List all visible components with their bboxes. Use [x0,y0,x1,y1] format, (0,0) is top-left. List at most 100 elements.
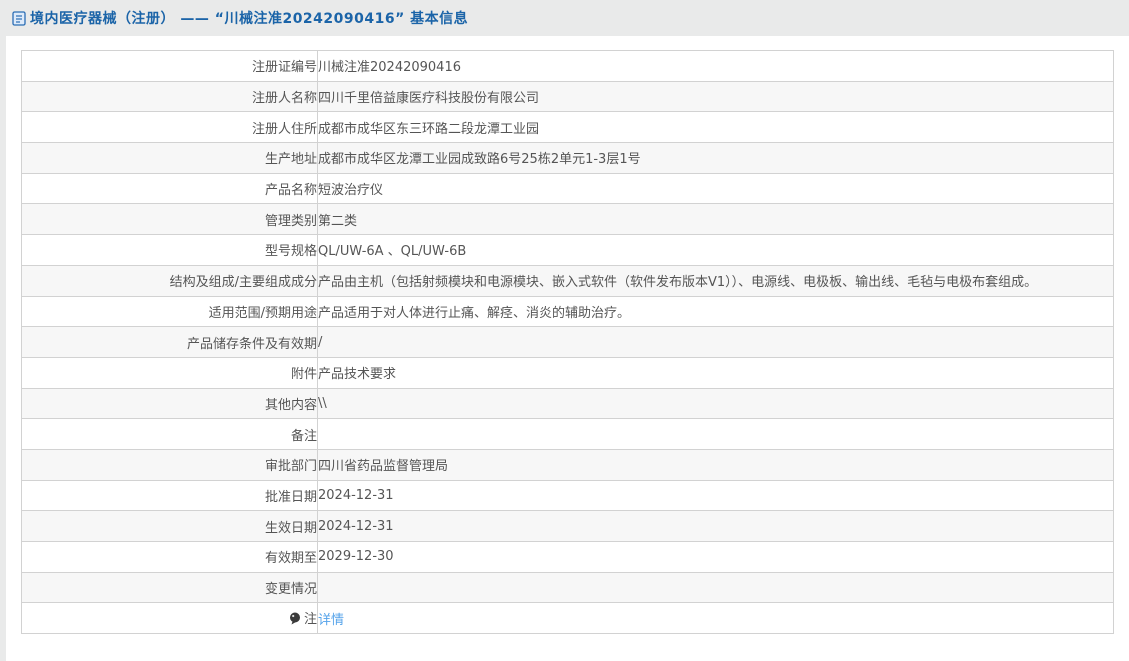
row-value-cell: 第二类 [317,203,1114,236]
row-label: 注册证编号 [251,60,317,76]
row-label-cell: 生效日期 [21,510,318,542]
row-value-cell: / [317,326,1114,358]
table-row: 生产地址 成都市成华区龙潭工业园成致路6号25栋2单元1-3层1号 [21,142,1114,174]
row-value-cell: 短波治疗仪 [317,172,1114,205]
table-row: 产品储存条件及有效期 / [21,326,1114,358]
table-row: 注册证编号 川械注准20242090416 [21,50,1114,82]
table-row: 管理类别 第二类 [21,203,1114,236]
info-table-body: 注册证编号 川械注准20242090416 注册人名称 四川千里倍益康医疗科技股… [21,50,1114,635]
table-row: 产品名称 短波治疗仪 [21,172,1114,205]
row-value: 产品技术要求 [318,367,397,383]
row-label-cell: 结构及组成/主要组成成分 [21,264,318,297]
table-row: 适用范围/预期用途 产品适用于对人体进行止痛、解痉、消炎的辅助治疗。 [21,295,1114,328]
row-value: 2024-12-31 [318,487,394,503]
row-label-cell: 附件 [21,356,318,389]
table-row: 备注 [21,418,1114,450]
table-row: 型号规格 QL/UW-6A 、QL/UW-6B [21,234,1114,266]
table-row: 注册人名称 四川千里倍益康医疗科技股份有限公司 [21,80,1114,113]
row-label: 附件 [290,367,317,383]
row-value: 2029-12-30 [318,549,394,565]
row-value-cell: 四川千里倍益康医疗科技股份有限公司 [317,80,1114,113]
row-label-cell: 产品储存条件及有效期 [21,326,318,358]
page-header: 境内医疗器械（注册） —— “川械注准20242090416” 基本信息 [0,0,1129,36]
document-icon [12,10,26,26]
table-row: 变更情况 [21,571,1114,604]
row-value: 川械注准20242090416 [318,60,461,76]
row-value-cell: 2029-12-30 [317,541,1114,573]
row-label-cell: 注 [21,602,318,635]
table-row: 有效期至 2029-12-30 [21,541,1114,573]
row-value: / [318,334,323,350]
table-row: 结构及组成/主要组成成分 产品由主机（包括射频模块和电源模块、嵌入式软件（软件发… [21,264,1114,297]
row-value-cell: 产品由主机（包括射频模块和电源模块、嵌入式软件（软件发布版本V1））、电源线、电… [317,264,1114,297]
table-row: 注册人住所 成都市成华区东三环路二段龙潭工业园 [21,111,1114,144]
row-label-cell: 管理类别 [21,203,318,236]
row-value: 短波治疗仪 [318,183,384,199]
row-label-cell: 其他内容 [21,387,318,420]
row-value: 成都市成华区龙潭工业园成致路6号25栋2单元1-3层1号 [318,152,641,168]
left-gutter [0,36,6,661]
row-label: 批准日期 [264,489,317,505]
registration-info-table: 注册证编号 川械注准20242090416 注册人名称 四川千里倍益康医疗科技股… [21,50,1114,635]
page-title: 境内医疗器械（注册） —— “川械注准20242090416” 基本信息 [30,11,469,27]
row-value-cell: 成都市成华区龙潭工业园成致路6号25栋2单元1-3层1号 [317,142,1114,174]
row-label: 产品储存条件及有效期 [186,336,317,352]
note-balloon-icon [289,612,301,629]
row-label: 产品名称 [264,183,317,199]
table-row: 审批部门 四川省药品监督管理局 [21,448,1114,481]
table-row: 批准日期 2024-12-31 [21,479,1114,512]
row-value-cell: 详情 [317,602,1114,635]
row-label-cell: 注册人名称 [21,80,318,113]
table-row: 其他内容 \\ [21,387,1114,420]
row-value-cell: 2024-12-31 [317,479,1114,512]
table-row: 附件 产品技术要求 [21,356,1114,389]
row-value-cell: 川械注准20242090416 [317,50,1114,82]
row-label: 适用范围/预期用途 [208,305,317,321]
row-value: 2024-12-31 [318,518,394,534]
row-label-cell: 有效期至 [21,541,318,573]
row-label-cell: 产品名称 [21,172,318,205]
row-value: \\ [318,395,327,411]
row-label-cell: 生产地址 [21,142,318,174]
row-label: 管理类别 [264,213,317,229]
row-value: 产品适用于对人体进行止痛、解痉、消炎的辅助治疗。 [318,305,631,321]
row-label-cell: 适用范围/预期用途 [21,295,318,328]
row-label: 备注 [290,428,317,444]
row-label: 注 [303,611,317,627]
row-label-cell: 批准日期 [21,479,318,512]
row-value-cell [317,418,1114,450]
row-label: 注册人名称 [251,91,317,107]
row-value: 产品由主机（包括射频模块和电源模块、嵌入式软件（软件发布版本V1））、电源线、电… [318,275,1038,291]
row-label-cell: 注册人住所 [21,111,318,144]
row-value-cell: 成都市成华区东三环路二段龙潭工业园 [317,111,1114,144]
row-label: 审批部门 [264,459,317,475]
row-label-cell: 备注 [21,418,318,450]
row-label: 生产地址 [264,152,317,168]
row-label-cell: 审批部门 [21,448,318,481]
row-label-cell: 型号规格 [21,234,318,266]
table-row: 注 详情 [21,602,1114,635]
table-row: 生效日期 2024-12-31 [21,510,1114,542]
row-value: 四川省药品监督管理局 [318,459,449,475]
row-value: 第二类 [318,213,358,229]
row-label: 注册人住所 [251,121,317,137]
row-value-cell: 产品技术要求 [317,356,1114,389]
row-label-cell: 变更情况 [21,571,318,604]
row-value: QL/UW-6A 、QL/UW-6B [318,244,467,260]
row-label: 有效期至 [264,551,317,567]
row-value: 成都市成华区东三环路二段龙潭工业园 [318,121,540,137]
detail-link[interactable]: 详情 [319,613,345,628]
row-value-cell: \\ [317,387,1114,420]
row-value-cell: 2024-12-31 [317,510,1114,542]
row-label: 型号规格 [264,244,317,260]
row-value-cell: QL/UW-6A 、QL/UW-6B [317,234,1114,266]
row-label: 变更情况 [264,582,317,598]
row-label: 结构及组成/主要组成成分 [169,275,317,291]
row-label-cell: 注册证编号 [21,50,318,82]
row-value-cell: 四川省药品监督管理局 [317,448,1114,481]
row-value-cell: 产品适用于对人体进行止痛、解痉、消炎的辅助治疗。 [317,295,1114,328]
row-label: 其他内容 [264,397,317,413]
row-value: 四川千里倍益康医疗科技股份有限公司 [318,91,540,107]
row-value-cell [317,571,1114,604]
row-label: 生效日期 [264,520,317,536]
